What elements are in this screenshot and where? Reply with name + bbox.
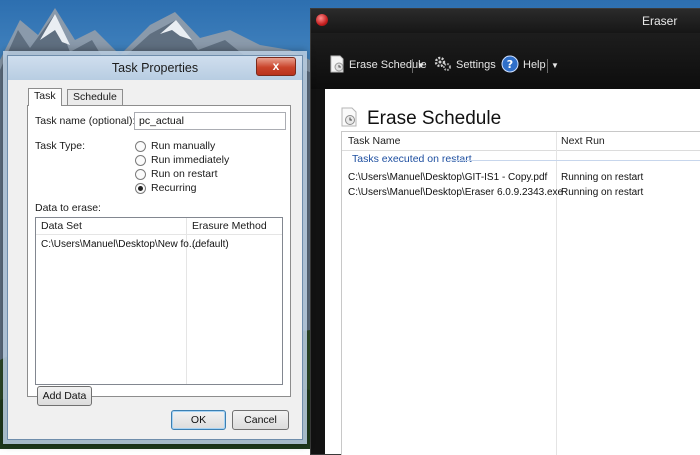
task-properties-dialog: Task Properties x Task Schedule Task nam…: [7, 55, 303, 440]
tab-schedule[interactable]: Schedule: [67, 89, 123, 105]
settings-label: Settings: [456, 59, 496, 71]
erase-schedule-label: Erase Schedule: [349, 59, 427, 71]
group-header[interactable]: Tasks executed on restart: [352, 153, 472, 165]
help-label: Help: [523, 59, 546, 71]
chevron-down-icon[interactable]: ▼: [417, 61, 425, 70]
radio-label: Run on restart: [151, 168, 218, 180]
toolbar-separator: [412, 59, 413, 73]
column-header-erasure-method[interactable]: Erasure Method: [192, 220, 267, 232]
chevron-down-icon[interactable]: ▼: [551, 61, 559, 70]
close-icon: x: [272, 59, 280, 73]
toolbar-separator: [547, 59, 548, 73]
close-button[interactable]: x: [256, 57, 296, 76]
dialog-body: Task Schedule Task name (optional): Task…: [8, 80, 302, 439]
help-icon: ?: [501, 55, 519, 76]
eraser-app-icon[interactable]: [316, 14, 328, 26]
page-heading: Erase Schedule: [341, 107, 501, 130]
radio-run-immediately[interactable]: Run immediately: [135, 153, 229, 167]
task-name-label: Task name (optional):: [35, 115, 136, 127]
next-run-cell: Running on restart: [561, 187, 644, 198]
list-item[interactable]: C:\Users\Manuel\Desktop\GIT-IS1 - Copy.p…: [342, 170, 700, 185]
radio-button-selected[interactable]: [135, 182, 146, 194]
radio-button[interactable]: [135, 168, 146, 180]
eraser-window-title: Eraser: [642, 14, 678, 28]
dialog-title-bar[interactable]: Task Properties x: [8, 56, 302, 80]
svg-text:?: ?: [507, 58, 513, 71]
page-title: Erase Schedule: [367, 107, 502, 129]
data-set-cell: C:\Users\Manuel\Desktop\New fo...: [41, 239, 198, 250]
column-header-data-set[interactable]: Data Set: [41, 220, 82, 232]
task-name-cell: C:\Users\Manuel\Desktop\Eraser 6.0.9.234…: [348, 187, 564, 198]
cancel-button[interactable]: Cancel: [232, 410, 289, 430]
radio-label: Run manually: [151, 140, 216, 152]
eraser-title-bar[interactable]: Eraser: [311, 9, 700, 33]
data-to-erase-list[interactable]: Data Set Erasure Method C:\Users\Manuel\…: [35, 217, 283, 385]
table-row[interactable]: C:\Users\Manuel\Desktop\New fo... (defau…: [36, 236, 282, 252]
settings-button[interactable]: Settings: [434, 55, 496, 75]
list-item[interactable]: C:\Users\Manuel\Desktop\Eraser 6.0.9.234…: [342, 185, 700, 200]
radio-label: Run immediately: [151, 154, 230, 166]
erase-schedule-icon: [329, 55, 345, 76]
schedule-page-icon: [341, 107, 358, 130]
eraser-toolbar: Erase Schedule ▼ Settings ? Help ▼: [311, 33, 700, 89]
radio-recurring[interactable]: Recurring: [135, 181, 197, 195]
column-header-task-name[interactable]: Task Name: [348, 132, 401, 150]
data-to-erase-label: Data to erase:: [35, 202, 101, 214]
group-divider: [450, 160, 700, 161]
radio-button[interactable]: [135, 140, 146, 152]
task-type-label: Task Type:: [35, 140, 85, 152]
eraser-main-window: Eraser Erase Schedule ▼ Settings ? Help …: [310, 8, 700, 455]
radio-label: Recurring: [151, 182, 197, 194]
column-header-next-run[interactable]: Next Run: [561, 132, 605, 150]
help-button[interactable]: ? Help: [501, 55, 546, 75]
erasure-method-cell: (default): [192, 239, 229, 250]
add-data-button[interactable]: Add Data: [37, 386, 92, 406]
next-run-cell: Running on restart: [561, 172, 644, 183]
task-name-cell: C:\Users\Manuel\Desktop\GIT-IS1 - Copy.p…: [348, 172, 548, 183]
radio-run-on-restart[interactable]: Run on restart: [135, 167, 218, 181]
tab-task[interactable]: Task: [28, 88, 62, 106]
ok-button[interactable]: OK: [171, 410, 226, 430]
radio-run-manually[interactable]: Run manually: [135, 139, 215, 153]
task-name-input[interactable]: [134, 112, 286, 130]
erase-schedule-panel: Erase Schedule Task Name Next Run Tasks …: [325, 89, 700, 455]
radio-button[interactable]: [135, 154, 146, 166]
settings-gear-icon: [434, 56, 452, 75]
schedule-task-list[interactable]: Task Name Next Run Tasks executed on res…: [341, 131, 700, 455]
task-tab-panel: Task name (optional): Task Type: Run man…: [27, 105, 291, 406]
